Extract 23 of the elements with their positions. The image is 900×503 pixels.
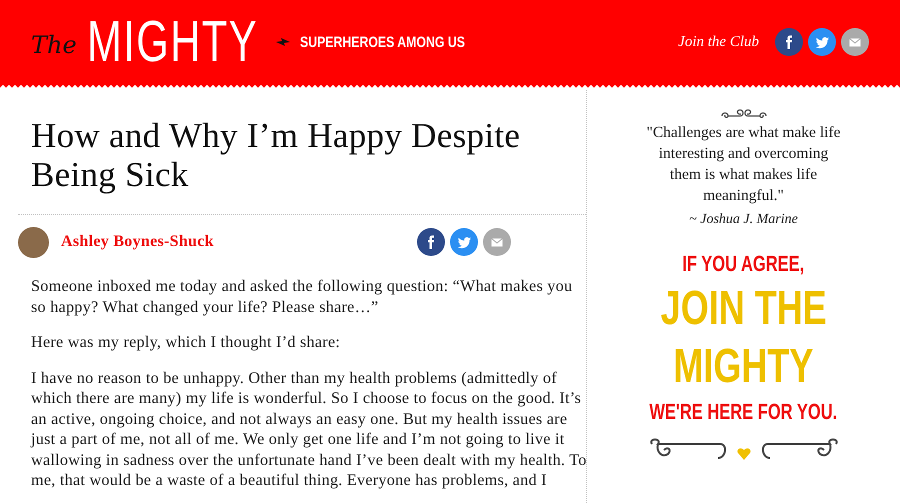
quote-author: ~ Joshua J. Marine [689,212,798,228]
paragraph: I have no reason to be unhappy. Other than my health problems (admittedly of which there are many) my life is wonderful. So I choose to focus on the good. It’s an active, ongoing choice, and not always an easy one. But my health issues are just a part of me, not all of me. We only get one life and I’m not going to live it wallowing in sadness over the unfortunate hand I’ve been dealt with my health. To me, that would be a waste of a beautiful thing. Everyone has problems, and I [31,368,587,490]
twitter-button[interactable] [808,28,836,56]
article-title: How and Why I’m Happy Despite Being Sick [31,116,522,194]
paragraph: Here was my reply, which I thought I’d share: [31,332,342,352]
paragraph: Someone inboxed me today and asked the following question: “What makes you so happy? What changed your life? Please share…” [31,276,574,317]
email-button[interactable] [841,28,869,56]
logo-text[interactable]: MIGHTY [86,13,258,71]
promo-text: IF YOU AGREE, [682,250,804,278]
facebook-button[interactable] [775,28,803,56]
join-link[interactable]: Join the Club [678,34,759,50]
logo-script-text: The [31,31,77,59]
facebook-button[interactable] [417,228,445,256]
promo-text: WE'RE HERE FOR YOU. [650,398,838,426]
promo-text: MIGHTY [674,339,814,395]
flourish-icon [720,108,768,120]
author-link[interactable]: Ashley Boynes-Shuck [61,233,417,251]
twitter-button[interactable] [450,228,478,256]
avatar [18,226,49,258]
quote-text: "Challenges are what make life interesting and overcoming them is what makes life meaningful." [646,123,842,206]
promo-text: JOIN THE [660,281,827,337]
lightning-icon [276,38,290,46]
tagline: SUPERHEROES AMONG US [300,34,466,50]
